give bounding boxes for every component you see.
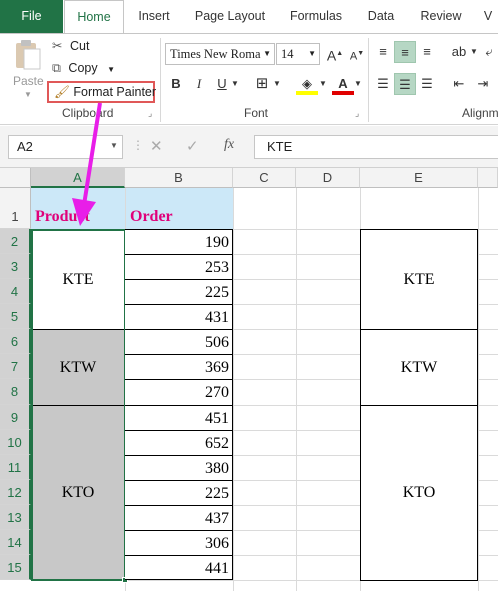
annotation-arrow [72, 102, 102, 226]
